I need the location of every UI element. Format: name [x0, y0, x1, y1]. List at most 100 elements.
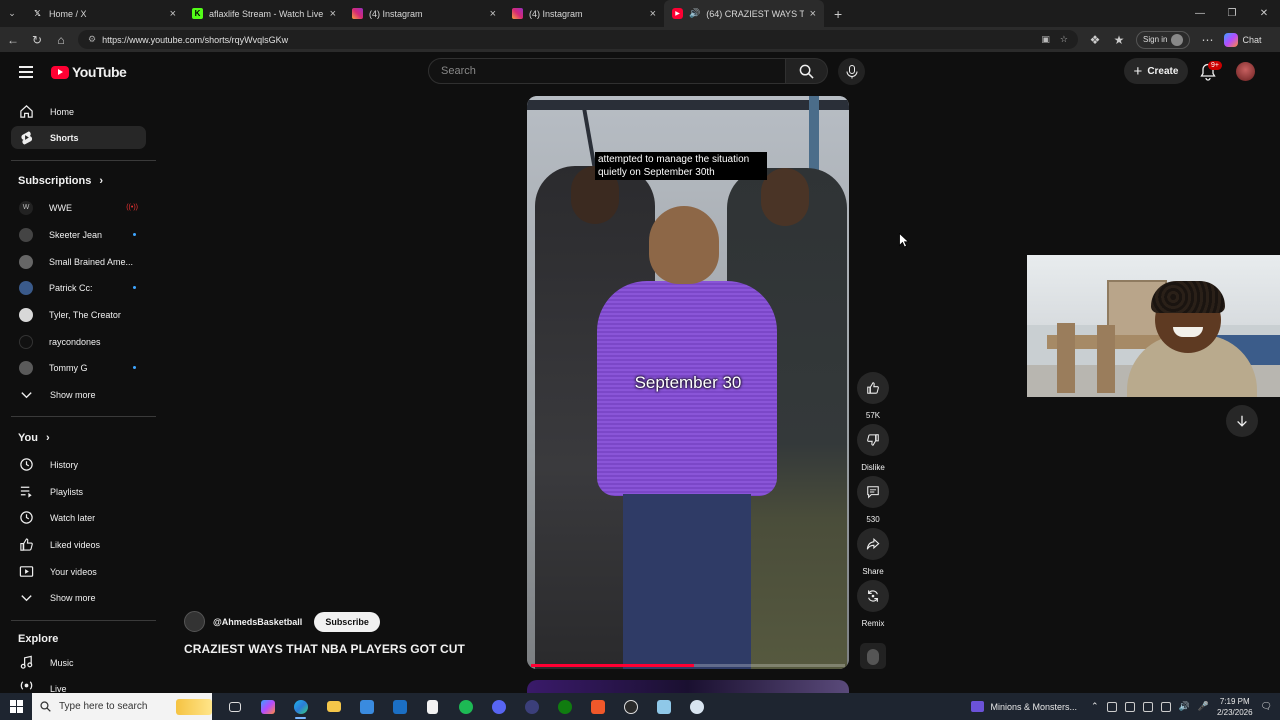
- video-progress-bar[interactable]: [531, 664, 845, 667]
- paint-icon[interactable]: [680, 693, 713, 720]
- app-icon[interactable]: [515, 693, 548, 720]
- obs-icon[interactable]: [614, 693, 647, 720]
- close-tab-icon[interactable]: ×: [650, 8, 656, 20]
- tray-app-icon[interactable]: [1124, 701, 1135, 712]
- tray-app-icon[interactable]: [1142, 701, 1153, 712]
- tab-x[interactable]: 𝕏 Home / X ×: [24, 0, 184, 27]
- copilot-chat-button[interactable]: Chat: [1224, 32, 1261, 47]
- file-explorer-icon[interactable]: [317, 693, 350, 720]
- close-window-icon[interactable]: ✕: [1248, 8, 1280, 19]
- sidebar-item-shorts[interactable]: Shorts: [11, 126, 146, 149]
- subscribe-button[interactable]: Subscribe: [314, 611, 380, 632]
- create-button[interactable]: + Create: [1124, 58, 1188, 84]
- sign-in-button[interactable]: Sign in: [1136, 30, 1191, 49]
- tab-instagram-1[interactable]: (4) Instagram ×: [344, 0, 504, 27]
- search-button[interactable]: [786, 58, 828, 84]
- shorts-video-player[interactable]: attempted to manage the situation quietl…: [527, 96, 849, 669]
- tray-app-icon[interactable]: [1106, 701, 1117, 712]
- video-title[interactable]: CRAZIEST WAYS THAT NBA PLAYERS GOT CUT: [184, 642, 465, 656]
- sidebar-sub-wwe[interactable]: W WWE ((•)): [11, 196, 146, 219]
- microsoft-store-icon[interactable]: [350, 693, 383, 720]
- document-icon[interactable]: [416, 693, 449, 720]
- voice-search-button[interactable]: [838, 58, 865, 85]
- spotify-icon[interactable]: [449, 693, 482, 720]
- dislike-action[interactable]: Dislike: [857, 424, 889, 472]
- sidebar-item-history[interactable]: History: [11, 453, 146, 476]
- dislike-button[interactable]: [857, 424, 889, 456]
- url-field[interactable]: ⚙ https://www.youtube.com/shorts/rqyWvql…: [78, 30, 1078, 49]
- notes-icon[interactable]: [647, 693, 680, 720]
- sound-thumbnail[interactable]: [860, 643, 886, 669]
- sidebar-show-more-subscriptions[interactable]: Show more: [11, 383, 146, 406]
- sidebar-sub-patrick-cc[interactable]: Patrick Cc:: [11, 276, 146, 299]
- start-button[interactable]: [0, 693, 32, 720]
- youtube-logo[interactable]: YouTube: [51, 64, 127, 80]
- search-input[interactable]: Search: [428, 58, 786, 84]
- restore-icon[interactable]: ❐: [1216, 8, 1248, 19]
- site-info-icon[interactable]: ⚙: [88, 34, 96, 45]
- system-clock[interactable]: 7:19 PM 2/23/2026: [1217, 696, 1253, 718]
- sidebar-item-playlists[interactable]: Playlists: [11, 480, 146, 503]
- close-tab-icon[interactable]: ×: [490, 8, 496, 20]
- remix-button[interactable]: [857, 580, 889, 612]
- copilot-taskbar-icon[interactable]: [251, 693, 284, 720]
- tray-overflow-chevron-icon[interactable]: ⌃: [1091, 701, 1099, 712]
- tab-youtube[interactable]: ▶ 🔊 (64) CRAZIEST WAYS THAT NB ×: [664, 0, 824, 27]
- xbox-icon[interactable]: [548, 693, 581, 720]
- minimize-icon[interactable]: —: [1184, 8, 1216, 19]
- sidebar-sub-small-brained[interactable]: Small Brained Ame...: [11, 250, 146, 273]
- sidebar-item-music[interactable]: Music: [11, 651, 146, 674]
- sidebar-show-more-you[interactable]: Show more: [11, 586, 146, 609]
- sidebar-sub-raycondones[interactable]: raycondones: [11, 330, 146, 353]
- remix-action[interactable]: Remix: [857, 580, 889, 628]
- favorites-icon[interactable]: ★: [1112, 33, 1126, 47]
- channel-avatar[interactable]: [184, 611, 205, 632]
- close-tab-icon[interactable]: ×: [170, 8, 176, 20]
- sidebar-sub-tommy-g[interactable]: Tommy G: [11, 356, 146, 379]
- new-tab-icon[interactable]: +: [824, 6, 852, 22]
- comments-action[interactable]: 530: [857, 476, 889, 524]
- channel-name[interactable]: @AhmedsBasketball: [213, 617, 302, 627]
- speaker-icon[interactable]: 🔊: [689, 8, 700, 19]
- sidebar-item-your-videos[interactable]: Your videos: [11, 560, 146, 583]
- close-tab-icon[interactable]: ×: [330, 8, 336, 20]
- outlook-icon[interactable]: [383, 693, 416, 720]
- taskbar-search-input[interactable]: Type here to search: [32, 693, 212, 720]
- tab-instagram-2[interactable]: (4) Instagram ×: [504, 0, 664, 27]
- more-icon[interactable]: ⋯: [1200, 33, 1214, 47]
- share-action[interactable]: Share: [857, 528, 889, 576]
- discord-icon[interactable]: [482, 693, 515, 720]
- tab-kick[interactable]: K aflaxlife Stream - Watch Live on Ki ×: [184, 0, 344, 27]
- sidebar-item-live[interactable]: Live: [11, 678, 146, 692]
- home-browser-icon[interactable]: ⌂: [54, 33, 68, 47]
- account-avatar[interactable]: [1236, 62, 1255, 81]
- sidebar-item-liked-videos[interactable]: Liked videos: [11, 533, 146, 556]
- tab-actions-chevron-icon[interactable]: ⌄: [0, 8, 24, 19]
- sidebar-item-watch-later[interactable]: Watch later: [11, 506, 146, 529]
- share-button[interactable]: [857, 528, 889, 560]
- extensions-icon[interactable]: ❖: [1088, 33, 1102, 47]
- back-icon[interactable]: ←: [6, 33, 20, 47]
- media-widget[interactable]: Minions & Monsters...: [971, 701, 1077, 712]
- favorite-star-icon[interactable]: ☆: [1060, 34, 1068, 45]
- sidebar-sub-tyler-the-creator[interactable]: Tyler, The Creator: [11, 303, 146, 326]
- next-video-button[interactable]: [1226, 405, 1258, 437]
- network-icon[interactable]: [1160, 701, 1171, 712]
- close-tab-icon[interactable]: ×: [810, 8, 816, 20]
- edge-browser-icon[interactable]: [284, 693, 317, 720]
- notification-center-icon[interactable]: 🗨: [1261, 701, 1272, 712]
- like-action[interactable]: 57K: [857, 372, 889, 420]
- you-heading[interactable]: You ›: [18, 432, 50, 444]
- like-button[interactable]: [857, 372, 889, 404]
- sidebar-item-home[interactable]: Home: [11, 100, 146, 123]
- hamburger-menu-icon[interactable]: [19, 66, 33, 78]
- comments-button[interactable]: [857, 476, 889, 508]
- sidebar-sub-skeeter-jean[interactable]: Skeeter Jean: [11, 223, 146, 246]
- task-view-icon[interactable]: [218, 693, 251, 720]
- volume-icon[interactable]: 🔊: [1179, 701, 1190, 712]
- refresh-icon[interactable]: ↻: [30, 33, 44, 47]
- microphone-tray-icon[interactable]: 🎤: [1198, 701, 1209, 712]
- app-available-icon[interactable]: ▣: [1041, 34, 1050, 45]
- subscriptions-heading[interactable]: Subscriptions ›: [18, 175, 103, 187]
- brave-icon[interactable]: [581, 693, 614, 720]
